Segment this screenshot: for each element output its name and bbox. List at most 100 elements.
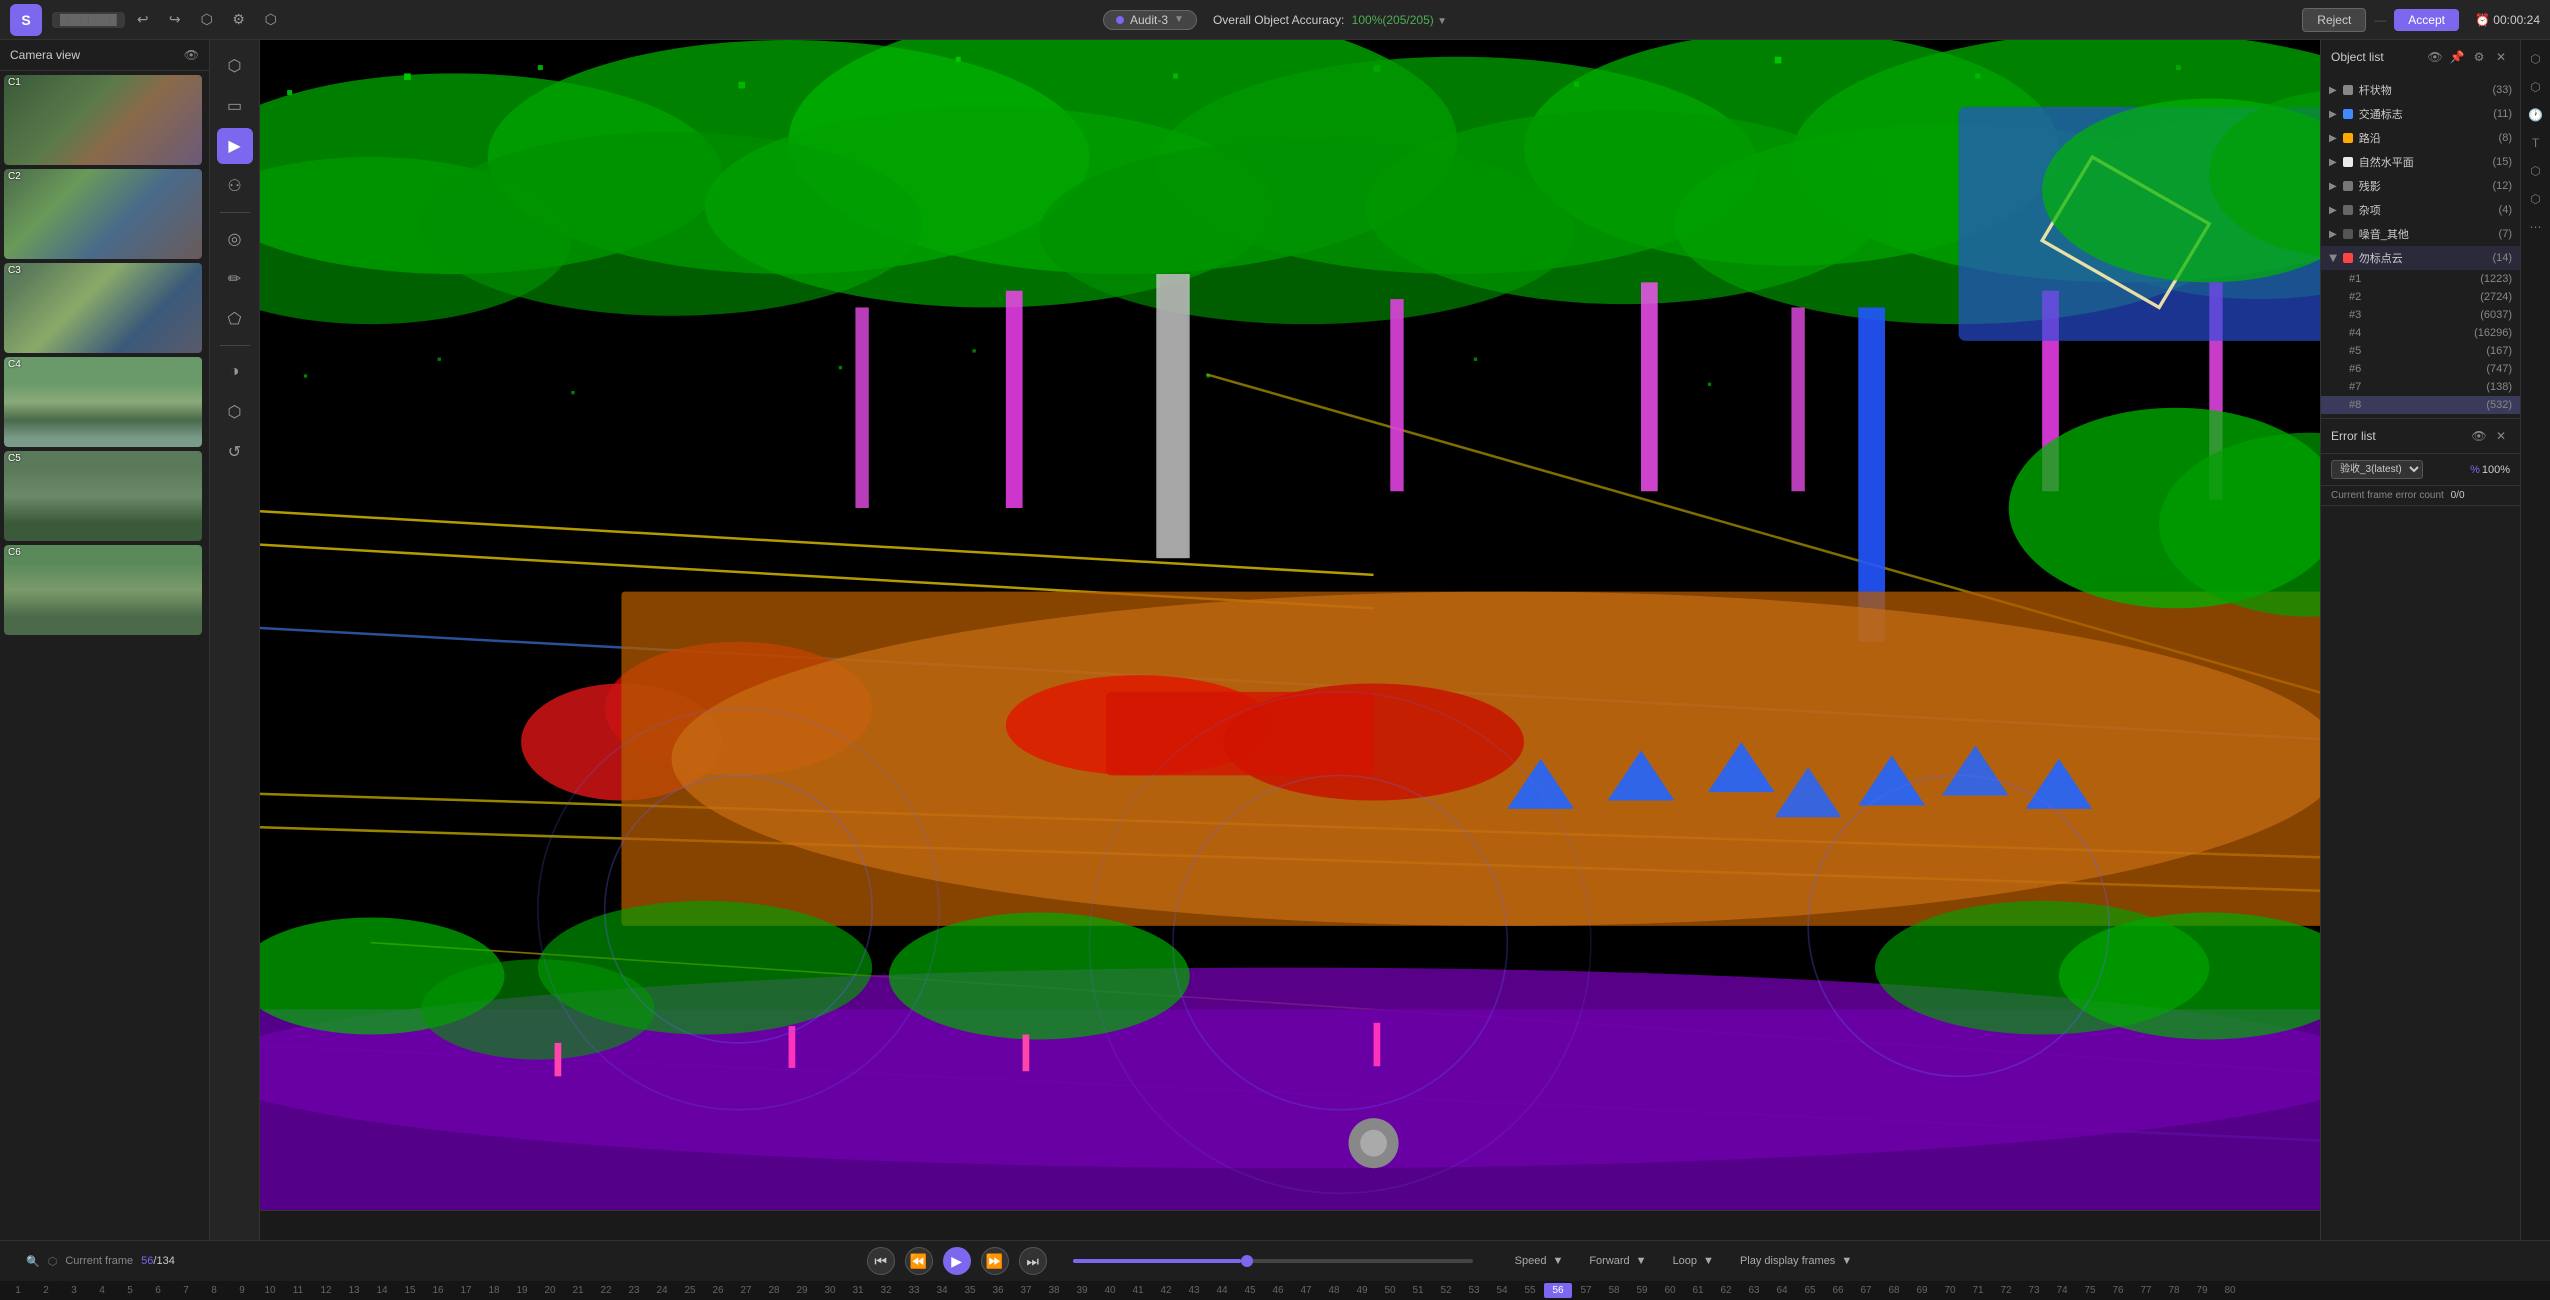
frame-num-51[interactable]: 51	[1404, 1283, 1432, 1298]
obj-item-4[interactable]: #4 (16296)	[2321, 324, 2520, 342]
frame-num-63[interactable]: 63	[1740, 1283, 1768, 1298]
frame-num-35[interactable]: 35	[956, 1283, 984, 1298]
frame-num-73[interactable]: 73	[2020, 1283, 2048, 1298]
frame-num-11[interactable]: 11	[284, 1283, 312, 1298]
skip-start-btn[interactable]: ⏮	[867, 1247, 895, 1275]
frame-num-6[interactable]: 6	[144, 1283, 172, 1298]
frame-num-62[interactable]: 62	[1712, 1283, 1740, 1298]
reject-button[interactable]: Reject	[2302, 8, 2366, 32]
speed-label[interactable]: Speed	[1515, 1255, 1547, 1267]
micro-icon-box[interactable]: ⬡	[2525, 188, 2547, 210]
step-fwd-btn[interactable]: ⏩	[981, 1247, 1009, 1275]
frame-num-57[interactable]: 57	[1572, 1283, 1600, 1298]
micro-icon-clock[interactable]: 🕐	[2525, 104, 2547, 126]
frame-num-3[interactable]: 3	[60, 1283, 88, 1298]
obj-cat-ghost[interactable]: ▶ 残影 (12)	[2321, 174, 2520, 198]
frame-num-21[interactable]: 21	[564, 1283, 592, 1298]
frame-num-25[interactable]: 25	[676, 1283, 704, 1298]
obj-item-3[interactable]: #3 (6037)	[2321, 306, 2520, 324]
frame-num-59[interactable]: 59	[1628, 1283, 1656, 1298]
tool-hexagon[interactable]: ⬡	[217, 48, 253, 84]
frame-num-56[interactable]: 56	[1544, 1283, 1572, 1298]
skip-end-btn[interactable]: ⏭	[1019, 1247, 1047, 1275]
frame-num-52[interactable]: 52	[1432, 1283, 1460, 1298]
frame-num-80[interactable]: 80	[2216, 1283, 2244, 1298]
frame-num-32[interactable]: 32	[872, 1283, 900, 1298]
play-display-label[interactable]: Play display frames	[1740, 1255, 1835, 1267]
frame-num-5[interactable]: 5	[116, 1283, 144, 1298]
frame-num-78[interactable]: 78	[2160, 1283, 2188, 1298]
save-icon[interactable]: ⬡	[195, 8, 219, 32]
audit-badge[interactable]: Audit-3 ▼	[1103, 10, 1197, 30]
obj-item-6[interactable]: #6 (747)	[2321, 360, 2520, 378]
obj-item-2[interactable]: #2 (2724)	[2321, 288, 2520, 306]
frame-num-30[interactable]: 30	[816, 1283, 844, 1298]
object-list-settings-icon[interactable]: ⚙	[2470, 48, 2488, 66]
frame-num-77[interactable]: 77	[2132, 1283, 2160, 1298]
frame-num-7[interactable]: 7	[172, 1283, 200, 1298]
obj-cat-noise-other[interactable]: ▶ 噪音_其他 (7)	[2321, 222, 2520, 246]
frame-num-12[interactable]: 12	[312, 1283, 340, 1298]
frame-num-20[interactable]: 20	[536, 1283, 564, 1298]
frame-num-38[interactable]: 38	[1040, 1283, 1068, 1298]
frame-num-9[interactable]: 9	[228, 1283, 256, 1298]
frame-num-61[interactable]: 61	[1684, 1283, 1712, 1298]
micro-icon-1[interactable]: ⬡	[2525, 48, 2547, 70]
frame-num-60[interactable]: 60	[1656, 1283, 1684, 1298]
frame-num-17[interactable]: 17	[452, 1283, 480, 1298]
loop-label[interactable]: Loop	[1673, 1255, 1697, 1267]
micro-icon-text[interactable]: T	[2525, 132, 2547, 154]
camera-thumb-c6[interactable]: C6	[4, 545, 205, 635]
frame-num-48[interactable]: 48	[1320, 1283, 1348, 1298]
frame-num-34[interactable]: 34	[928, 1283, 956, 1298]
obj-item-7[interactable]: #7 (138)	[2321, 378, 2520, 396]
frame-num-33[interactable]: 33	[900, 1283, 928, 1298]
micro-icon-img[interactable]: ⬡	[2525, 160, 2547, 182]
frame-num-1[interactable]: 1	[4, 1283, 32, 1298]
obj-cat-nomark[interactable]: ▶ 勿标点云 (14)	[2321, 246, 2520, 270]
frame-num-23[interactable]: 23	[620, 1283, 648, 1298]
frame-num-19[interactable]: 19	[508, 1283, 536, 1298]
frame-num-65[interactable]: 65	[1796, 1283, 1824, 1298]
frame-num-66[interactable]: 66	[1824, 1283, 1852, 1298]
frame-num-43[interactable]: 43	[1180, 1283, 1208, 1298]
frame-num-8[interactable]: 8	[200, 1283, 228, 1298]
error-audit-select[interactable]: 验收_3(latest)	[2331, 460, 2423, 479]
frame-num-29[interactable]: 29	[788, 1283, 816, 1298]
frame-num-41[interactable]: 41	[1124, 1283, 1152, 1298]
object-list-eye-icon[interactable]: 👁	[2426, 48, 2444, 66]
frame-num-26[interactable]: 26	[704, 1283, 732, 1298]
forward-label[interactable]: Forward	[1589, 1255, 1629, 1267]
frame-num-72[interactable]: 72	[1992, 1283, 2020, 1298]
micro-icon-2[interactable]: ⬡	[2525, 76, 2547, 98]
frame-num-2[interactable]: 2	[32, 1283, 60, 1298]
frame-num-31[interactable]: 31	[844, 1283, 872, 1298]
camera-thumb-c2[interactable]: C2	[4, 169, 205, 259]
frame-num-68[interactable]: 68	[1880, 1283, 1908, 1298]
frame-num-75[interactable]: 75	[2076, 1283, 2104, 1298]
micro-icon-dots[interactable]: ⋯	[2525, 216, 2547, 238]
step-back-btn[interactable]: ⏪	[905, 1247, 933, 1275]
error-list-close-icon[interactable]: ✕	[2492, 427, 2510, 445]
tool-cube[interactable]: ⬡	[217, 394, 253, 430]
camera-thumb-c5[interactable]: C5	[4, 451, 205, 541]
tool-contrast[interactable]: ◑	[217, 354, 253, 390]
tool-pencil[interactable]: ✏	[217, 261, 253, 297]
redo-icon[interactable]: ↪	[163, 8, 187, 32]
frame-num-49[interactable]: 49	[1348, 1283, 1376, 1298]
error-list-eye-icon[interactable]: 👁	[2470, 427, 2488, 445]
tool-circle-dot[interactable]: ◎	[217, 221, 253, 257]
frame-num-46[interactable]: 46	[1264, 1283, 1292, 1298]
camera-thumb-c1[interactable]: C1	[4, 75, 205, 165]
frame-num-22[interactable]: 22	[592, 1283, 620, 1298]
frame-num-4[interactable]: 4	[88, 1283, 116, 1298]
frame-num-67[interactable]: 67	[1852, 1283, 1880, 1298]
tool-refresh[interactable]: ↺	[217, 434, 253, 470]
frame-num-10[interactable]: 10	[256, 1283, 284, 1298]
camera-thumb-c4[interactable]: C4	[4, 357, 205, 447]
frame-num-58[interactable]: 58	[1600, 1283, 1628, 1298]
frame-num-28[interactable]: 28	[760, 1283, 788, 1298]
frame-num-16[interactable]: 16	[424, 1283, 452, 1298]
obj-cat-water[interactable]: ▶ 自然水平面 (15)	[2321, 150, 2520, 174]
frame-num-47[interactable]: 47	[1292, 1283, 1320, 1298]
